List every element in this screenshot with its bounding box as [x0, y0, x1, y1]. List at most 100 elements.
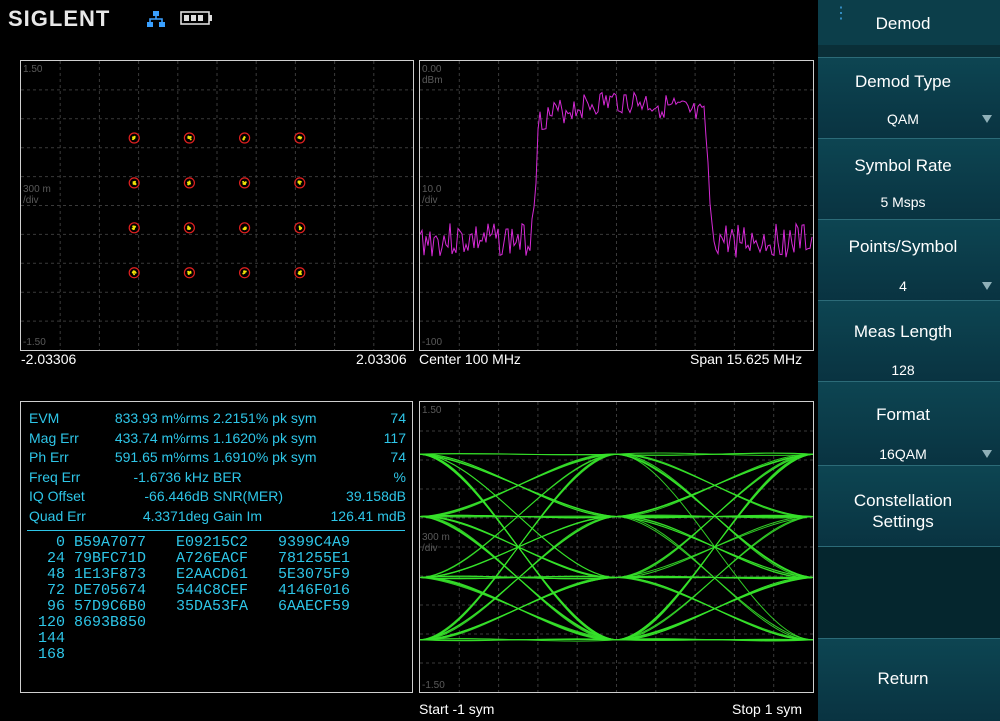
points-per-symbol-label: Points/Symbol [848, 237, 958, 256]
trc4-stop: Stop 1 sym [732, 701, 803, 717]
hex-row-index: 168 [37, 646, 65, 663]
demod-type-label: Demod Type [854, 72, 952, 91]
trc4-scale-unit: /div [422, 543, 438, 554]
symbol-point [133, 182, 136, 185]
sym-err-cell: 2.2151% pk sym [213, 410, 317, 426]
trc4-title-wrap[interactable]: ▸ Trc4 : IQ Meas Time (I-Eye) [421, 381, 604, 398]
trc2-scale-label: 10.0 [422, 184, 442, 195]
meas-length-value: 128 [891, 362, 915, 378]
demod-menu-title[interactable]: ⋮ Demod [818, 0, 1000, 45]
symbol-point [134, 271, 137, 274]
hex-symbol-word: 544C8CEF [176, 582, 249, 599]
trc1-constellation-plot[interactable]: 1.50 300 m /div -1.50 [20, 60, 414, 351]
sym-err-cell: 126.41 mdB [330, 507, 407, 524]
trc2-top-label: 0.00 [422, 64, 442, 75]
hex-symbol-word: 6AAECF59 [278, 598, 351, 615]
sym-err-cell: 591.65 m%rms [114, 449, 209, 465]
symbol-point [131, 271, 134, 274]
sym-err-cell: 433.74 m%rms [114, 429, 209, 446]
symbol-point [189, 138, 192, 141]
symbol-point [297, 181, 300, 184]
dropdown-arrow-icon [982, 115, 992, 123]
trc3-title[interactable]: Trc3 : Sym/Err [22, 381, 112, 397]
trc1-scale-label: 300 m [23, 184, 51, 195]
hex-row-index: 120 [37, 614, 65, 631]
hex-row-index: 72 [46, 582, 65, 599]
hex-row-index: 144 [37, 630, 65, 647]
sym-err-cell: Gain Im [213, 507, 263, 524]
symbol-point [243, 136, 246, 139]
sym-err-cell: -66.446dB [144, 488, 209, 504]
trc2-title[interactable]: Trc2 : Spectrum (LogMag) [421, 39, 584, 55]
hex-symbol-word: 57D9C6B0 [74, 598, 147, 615]
hex-symbol-word: 8693B850 [74, 614, 147, 631]
trc1-title[interactable]: Trc1 : IQ Meas Time (Const) [22, 39, 198, 55]
hex-symbol-word: 1E13F873 [74, 566, 147, 583]
sym-err-cell: 833.93 m%rms [114, 410, 209, 426]
empty-softkey [818, 546, 1000, 638]
return-button[interactable]: Return [818, 638, 1000, 721]
symbol-point [189, 271, 192, 274]
symbol-point [242, 182, 245, 185]
trc4-scale-label: 300 m [422, 532, 450, 543]
format-value: 16QAM [879, 446, 927, 462]
sym-err-cell: 74 [390, 449, 406, 465]
sym-err-cell: Freq Err [29, 468, 81, 485]
sym-err-cell: SNR(MER) [213, 488, 283, 504]
trc1-scale-unit: /div [23, 195, 39, 206]
constellation-settings-button[interactable]: Constellation Settings [818, 465, 1000, 546]
constellation-settings-label-1: Constellation [853, 491, 953, 510]
trc4-bottom-label: -1.50 [422, 680, 445, 691]
battery-icon [180, 11, 212, 25]
meas-length-label: Meas Length [853, 322, 953, 341]
hex-symbol-word: 9399C4A9 [278, 534, 351, 551]
trc2-spectrum-plot[interactable]: 0.00 dBm 10.0 /div -100 [419, 60, 814, 351]
trc2-center: Center 100 MHz [419, 351, 521, 367]
sym-err-cell: 117 [383, 429, 406, 446]
trc4-top-label: 1.50 [422, 405, 442, 416]
format-label: Format [876, 405, 930, 424]
trc1-x-left: -2.03306 [21, 351, 77, 367]
sym-err-cell: 39.158dB [346, 488, 406, 504]
hex-symbol-word: 781255E1 [278, 550, 351, 567]
meas-length-button[interactable]: Meas Length 128 [818, 300, 1000, 381]
demod-type-button[interactable]: Demod Type QAM [818, 57, 1000, 138]
symbol-point [133, 136, 136, 139]
trc1-x-right: 2.03306 [356, 351, 407, 367]
points-per-symbol-value: 4 [899, 278, 907, 294]
dropdown-arrow-icon [982, 450, 992, 458]
symbol-point [188, 136, 191, 139]
trc2-top-unit: dBm [422, 75, 443, 86]
active-trace-marker-icon: ▸ [421, 381, 429, 397]
trc1-top-label: 1.50 [23, 64, 43, 75]
trc4-eye-plot[interactable]: 1.50 300 m /div -1.50 [419, 401, 814, 693]
siglent-logo: SIGLENT [8, 6, 111, 31]
symbol-rate-button[interactable]: Symbol Rate 5 Msps [818, 138, 1000, 219]
hex-symbol-word: 4146F016 [278, 582, 351, 599]
trc3-sym-err-panel[interactable]: EVM 833.93 m%rms 2.2151% pk sym 74 Mag Err 43… [20, 401, 413, 693]
sym-err-cell: 1.6910% pk sym [213, 449, 317, 465]
softkey-sidebar: ⋮ Demod Demod Type QAM Symbol Rate 5 Msp… [818, 0, 1000, 721]
hex-row-index: 24 [46, 550, 65, 567]
hex-symbol-word: 35DA53FA [176, 598, 249, 615]
symbol-point [244, 228, 247, 231]
symbol-point [243, 270, 246, 273]
hex-symbol-word: E2AACD61 [176, 566, 249, 583]
symbol-point [188, 228, 191, 231]
symbol-point [299, 227, 302, 230]
sym-err-cell: % [393, 468, 406, 485]
menu-title-label: Demod [875, 14, 931, 33]
format-button[interactable]: Format 16QAM [818, 381, 1000, 465]
symbol-rate-label: Symbol Rate [854, 156, 952, 175]
sym-err-cell: BER [213, 468, 242, 485]
sym-err-cell: Mag Err [29, 429, 79, 446]
sym-err-cell: IQ Offset [29, 488, 85, 504]
points-per-symbol-button[interactable]: Points/Symbol 4 [818, 219, 1000, 300]
spectrum-svg [420, 61, 813, 350]
symbol-point [132, 228, 135, 231]
hex-row-index: 48 [46, 566, 65, 583]
hex-row-index: 0 [55, 534, 65, 551]
symbol-point [188, 181, 191, 184]
symbol-point [186, 181, 189, 184]
symbol-point [242, 138, 245, 141]
